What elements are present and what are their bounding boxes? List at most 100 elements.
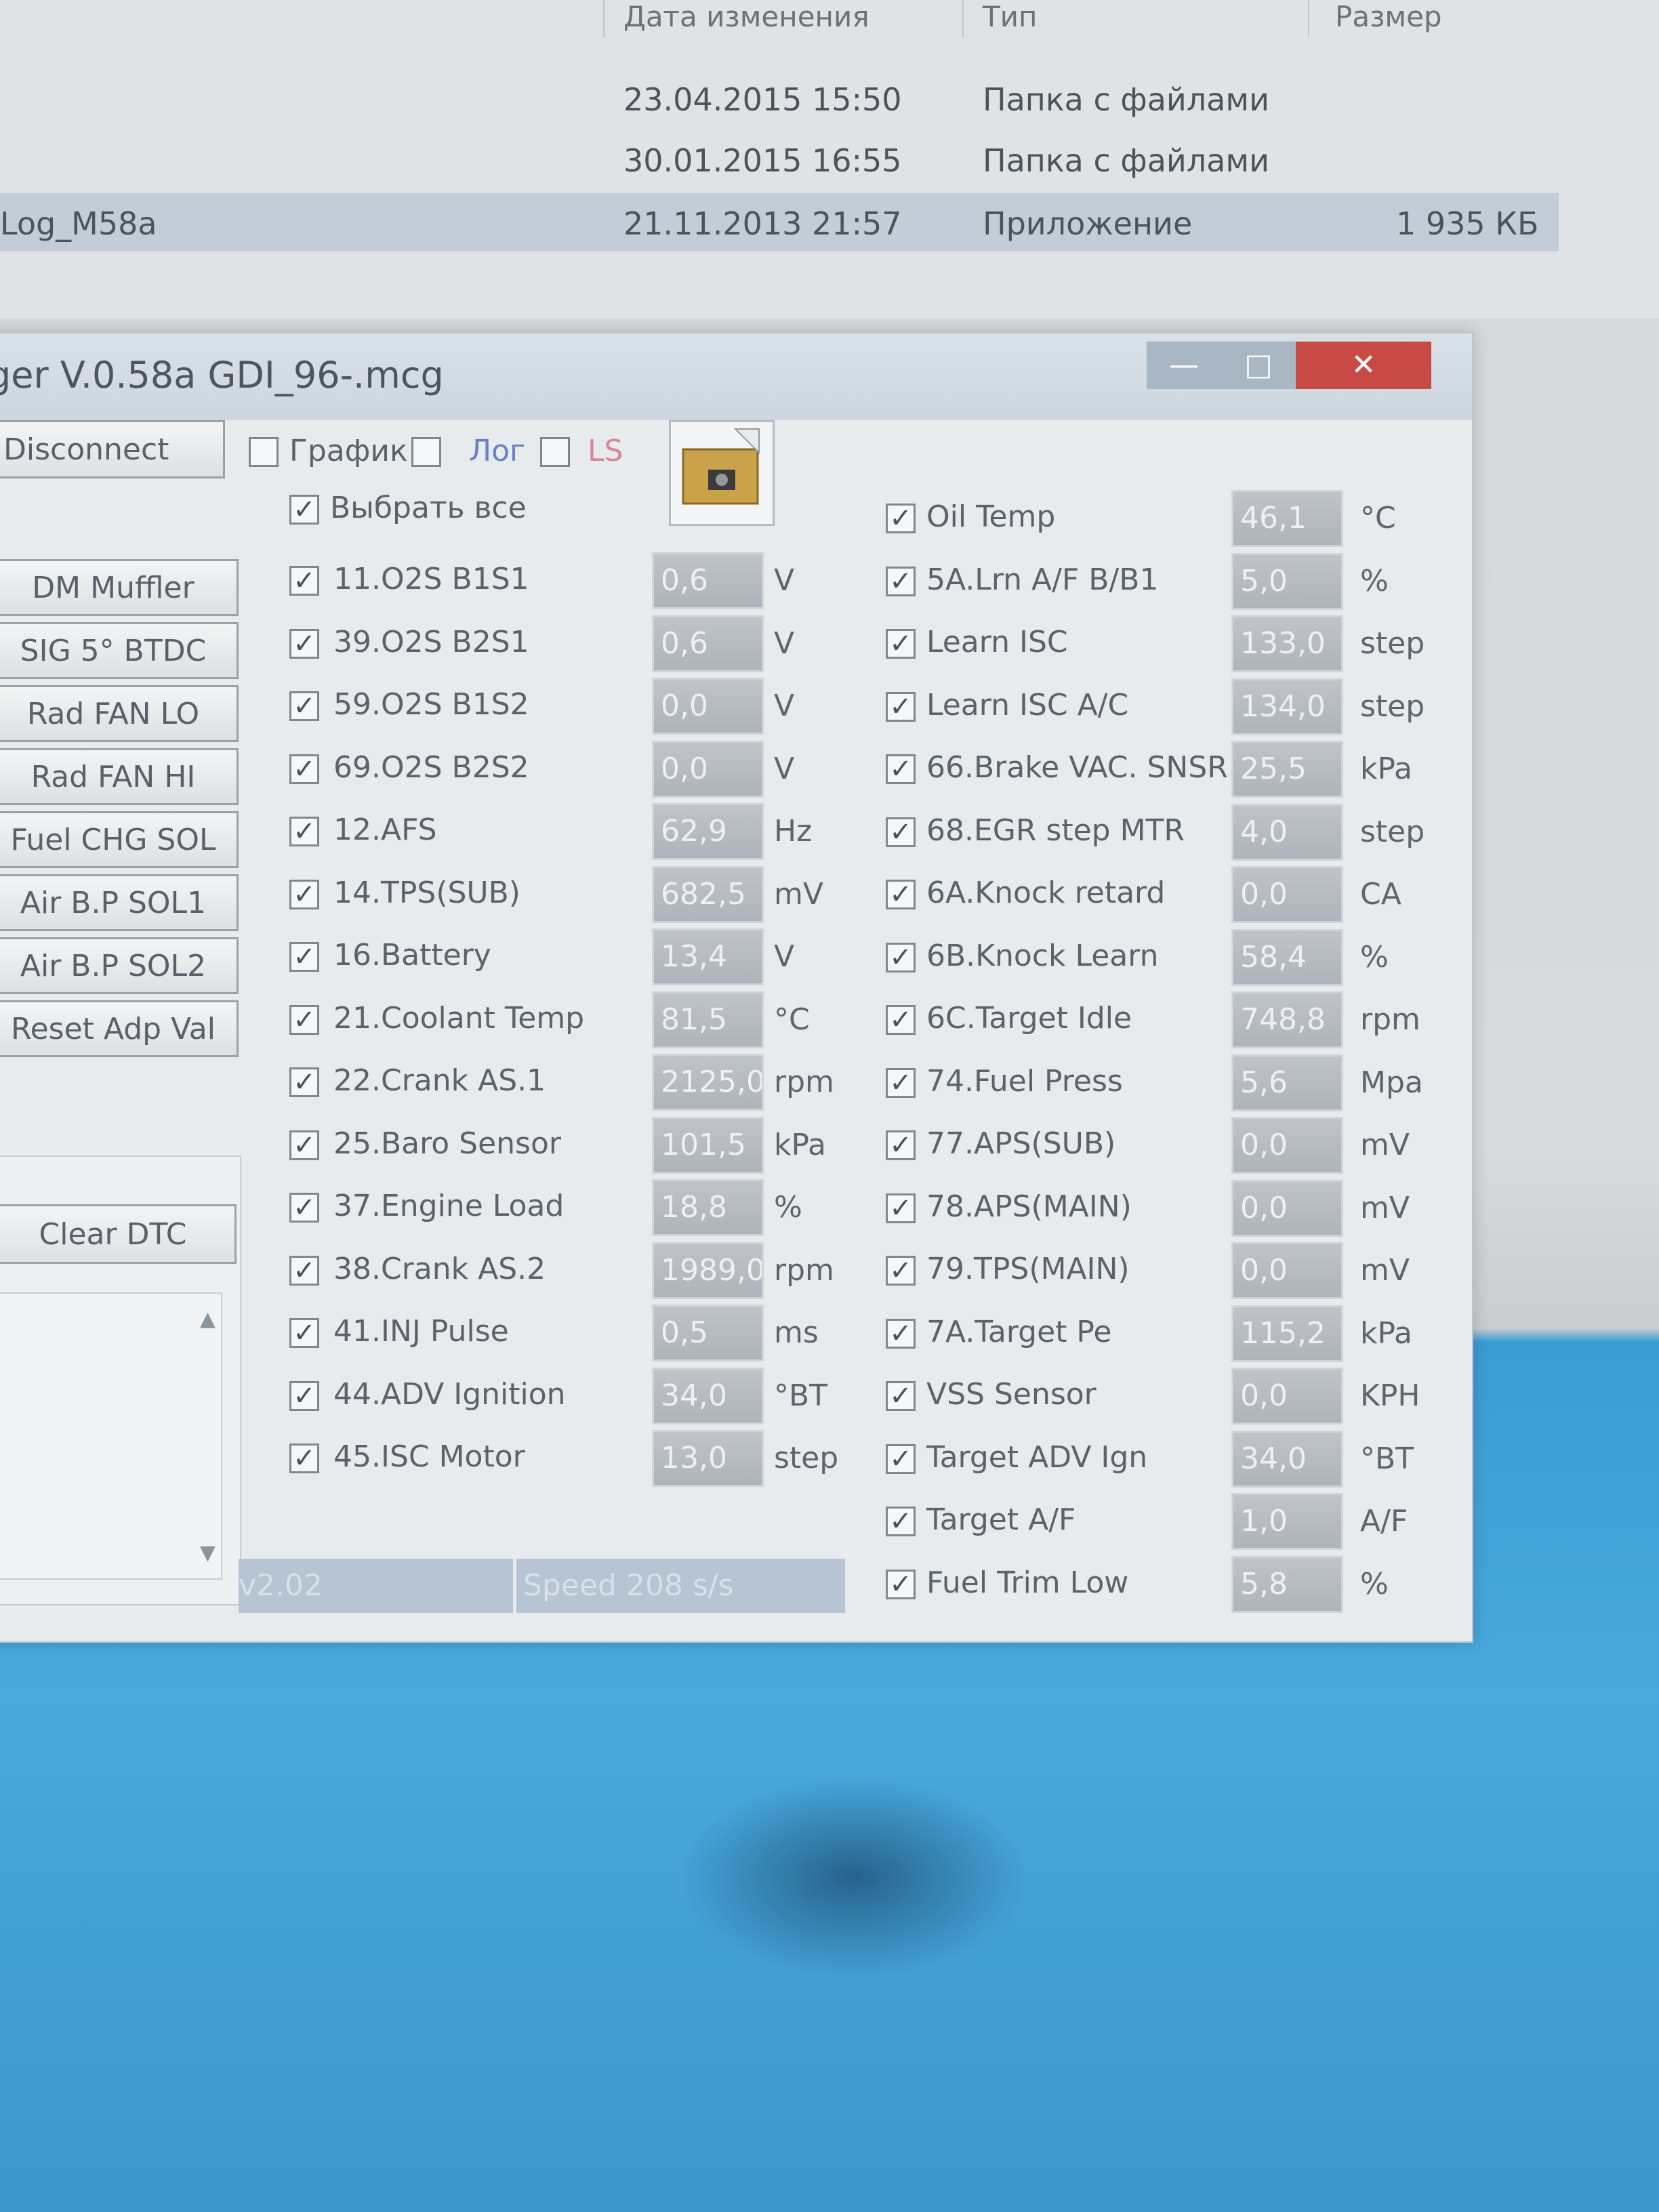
param-value: 0,0	[652, 740, 764, 798]
param-checkbox[interactable]: ✓	[289, 1318, 319, 1348]
command-button[interactable]: Rad FAN LO	[0, 685, 239, 742]
param-value: 13,4	[652, 928, 764, 985]
column-header-date[interactable]: Дата изменения	[623, 0, 869, 33]
param-label: 39.O2S B2S1	[333, 624, 529, 659]
param-unit: KPH	[1360, 1378, 1420, 1413]
param-label: Oil Temp	[926, 499, 1056, 534]
param-unit: V	[774, 689, 795, 723]
param-value: 46,1	[1231, 490, 1343, 547]
param-checkbox[interactable]: ✓	[886, 1193, 916, 1223]
command-button[interactable]: Rad FAN HI	[0, 748, 239, 805]
column-header-size[interactable]: Размер	[1335, 0, 1442, 33]
column-separator[interactable]	[603, 0, 605, 37]
column-separator[interactable]	[962, 0, 964, 37]
param-checkbox[interactable]: ✓	[289, 1255, 319, 1286]
scroll-down-icon[interactable]: ▼	[200, 1541, 216, 1565]
param-checkbox[interactable]: ✓	[886, 1256, 916, 1286]
column-header-type[interactable]: Тип	[983, 0, 1037, 33]
param-label: 68.EGR step MTR	[926, 813, 1185, 848]
param-checkbox[interactable]: ✓	[886, 691, 916, 722]
param-checkbox[interactable]: ✓	[886, 817, 916, 847]
status-speed: Speed 208 s/s	[516, 1559, 845, 1613]
param-value: 0,0	[1231, 1179, 1343, 1237]
clear-dtc-button[interactable]: Clear DTC	[0, 1204, 237, 1264]
command-button[interactable]: Air B.P SOL1	[0, 874, 239, 931]
param-label: 77.APS(SUB)	[926, 1126, 1116, 1161]
param-label: 16.Battery	[333, 938, 491, 972]
param-checkbox[interactable]: ✓	[289, 691, 319, 721]
param-checkbox[interactable]: ✓	[886, 1067, 916, 1098]
param-label: Fuel Trim Low	[926, 1565, 1129, 1600]
disconnect-button[interactable]: Disconnect	[0, 420, 225, 478]
param-unit: %	[1360, 1566, 1389, 1601]
param-unit: step	[774, 1441, 839, 1475]
param-label: 21.Coolant Temp	[333, 1000, 585, 1036]
command-button[interactable]: Air B.P SOL2	[0, 937, 239, 994]
command-button[interactable]: SIG 5° BTDC	[0, 622, 239, 679]
graph-checkbox[interactable]	[249, 437, 279, 467]
param-checkbox[interactable]: ✓	[289, 754, 319, 784]
command-button[interactable]: Fuel CHG SOL	[0, 811, 239, 868]
param-checkbox[interactable]: ✓	[289, 942, 319, 972]
param-label: 6A.Knock retard	[926, 876, 1166, 910]
param-unit: %	[774, 1190, 802, 1225]
dtc-list[interactable]: ▲ ▼	[0, 1292, 222, 1580]
log-checkbox[interactable]	[411, 437, 441, 467]
client-area: Disconnect График Лог LS ✓ Выбрать все D…	[0, 420, 1472, 1641]
param-checkbox[interactable]: ✓	[886, 1318, 916, 1349]
command-button[interactable]: Reset Adp Val	[0, 1000, 239, 1057]
param-checkbox[interactable]: ✓	[289, 1193, 319, 1223]
file-row[interactable]: 30.01.2015 16:55 Папка с файлами	[0, 132, 1559, 190]
file-row[interactable]: 23.04.2015 15:50 Папка с файлами	[0, 71, 1559, 129]
param-value: 0,0	[1231, 1117, 1343, 1174]
param-checkbox[interactable]: ✓	[886, 1569, 916, 1599]
file-row-selected[interactable]: Log_M58a 21.11.2013 21:57 Приложение 1 9…	[0, 193, 1559, 251]
param-label: VSS Sensor	[926, 1377, 1097, 1412]
param-checkbox[interactable]: ✓	[289, 1380, 319, 1411]
param-label: Target A/F	[926, 1502, 1076, 1537]
minimize-button[interactable]: —	[1147, 342, 1221, 389]
scroll-up-icon[interactable]: ▲	[200, 1307, 216, 1331]
param-value: 13,0	[652, 1430, 764, 1487]
param-checkbox[interactable]: ✓	[289, 1130, 319, 1160]
param-checkbox[interactable]: ✓	[886, 629, 916, 659]
param-checkbox[interactable]: ✓	[289, 1067, 319, 1097]
param-label: Learn ISC	[926, 625, 1068, 659]
param-unit: V	[774, 939, 795, 974]
param-checkbox[interactable]: ✓	[886, 1507, 916, 1536]
param-label: 59.O2S B1S2	[333, 687, 529, 722]
camera-folder-icon[interactable]	[669, 420, 775, 526]
param-checkbox[interactable]: ✓	[886, 942, 916, 972]
maximize-button[interactable]: □	[1221, 342, 1296, 389]
param-checkbox[interactable]: ✓	[886, 566, 916, 596]
file-date: 23.04.2015 15:50	[623, 81, 902, 118]
column-separator[interactable]	[1308, 0, 1309, 37]
param-checkbox[interactable]: ✓	[886, 754, 916, 784]
param-checkbox[interactable]: ✓	[289, 1004, 319, 1035]
param-checkbox[interactable]: ✓	[886, 1443, 916, 1474]
ls-checkbox[interactable]	[540, 437, 570, 467]
param-checkbox[interactable]: ✓	[886, 504, 916, 533]
param-checkbox[interactable]: ✓	[886, 880, 916, 909]
window-title: ger V.0.58a GDI_96-.mcg	[0, 354, 444, 396]
param-checkbox[interactable]: ✓	[289, 879, 319, 909]
param-checkbox[interactable]: ✓	[289, 817, 319, 846]
param-checkbox[interactable]: ✓	[289, 1443, 319, 1473]
title-bar[interactable]: ger V.0.58a GDI_96-.mcg — □ ✕	[0, 333, 1472, 420]
param-unit: kPa	[1360, 752, 1412, 786]
command-button[interactable]: DM Muffler	[0, 559, 239, 616]
status-version: v2.02	[239, 1559, 513, 1613]
param-checkbox[interactable]: ✓	[289, 566, 319, 596]
select-all-checkbox[interactable]: ✓	[289, 495, 319, 525]
param-unit: rpm	[774, 1065, 834, 1099]
param-checkbox[interactable]: ✓	[886, 1381, 916, 1411]
param-checkbox[interactable]: ✓	[886, 1130, 916, 1160]
param-checkbox[interactable]: ✓	[289, 628, 319, 659]
param-checkbox[interactable]: ✓	[886, 1005, 916, 1035]
param-value: 0,0	[1231, 1368, 1343, 1425]
close-button[interactable]: ✕	[1296, 342, 1431, 389]
param-unit: Mpa	[1360, 1065, 1423, 1100]
param-value: 62,9	[652, 803, 764, 860]
file-type: Папка с файлами	[983, 142, 1269, 179]
param-value: 134,0	[1231, 678, 1343, 735]
